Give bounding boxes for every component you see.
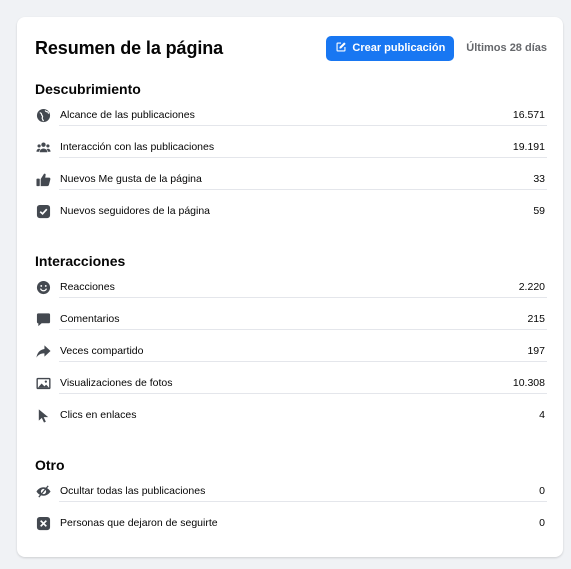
date-range-label[interactable]: Últimos 28 días [466,42,547,54]
metric-row-reach[interactable]: Alcance de las publicaciones 16.571 [33,99,547,131]
metric-row-photo-views[interactable]: Visualizaciones de fotos 10.308 [33,367,547,399]
share-icon [35,343,51,359]
thumbs-up-icon [35,171,51,187]
eye-slash-icon [35,483,51,499]
metric-label: Ocultar todas las publicaciones [60,485,206,497]
metric-label: Personas que dejaron de seguirte [60,517,218,529]
smiley-icon [35,279,51,295]
section-discovery: Descubrimiento Alcance de las publicacio… [33,79,547,227]
metric-value: 59 [533,205,545,217]
metric-label: Visualizaciones de fotos [60,377,173,389]
metric-row-hide-all[interactable]: Ocultar todas las publicaciones 0 [33,475,547,507]
edit-icon [335,41,347,56]
metric-row-engagement[interactable]: Interacción con las publicaciones 19.191 [33,131,547,163]
metric-label: Nuevos Me gusta de la página [60,173,202,185]
globe-icon [35,107,51,123]
metric-row-reactions[interactable]: Reacciones 2.220 [33,271,547,303]
card-header: Resumen de la página Crear publicación Ú… [35,35,547,61]
metric-value: 19.191 [512,141,545,153]
metric-label: Comentarios [60,313,120,325]
metric-value: 0 [539,485,545,497]
cursor-icon [35,407,51,423]
metric-row-link-clicks[interactable]: Clics en enlaces 4 [33,399,547,431]
metric-label: Veces compartido [60,345,144,357]
section-interactions: Interacciones Reacciones 2.220 Comentari… [33,251,547,431]
metric-row-comments[interactable]: Comentarios 215 [33,303,547,335]
metric-value: 197 [527,345,545,357]
metric-row-page-likes[interactable]: Nuevos Me gusta de la página 33 [33,163,547,195]
metric-row-shares[interactable]: Veces compartido 197 [33,335,547,367]
metric-value: 215 [527,313,545,325]
section-other: Otro Ocultar todas las publicaciones 0 P… [33,455,547,539]
metric-label: Interacción con las publicaciones [60,141,215,153]
section-title: Interacciones [35,253,126,269]
create-post-button[interactable]: Crear publicación [326,35,455,61]
metric-value: 2.220 [518,281,545,293]
metric-value: 10.308 [512,377,545,389]
photo-icon [35,375,51,391]
metric-value: 0 [539,517,545,529]
section-title: Otro [35,457,65,473]
metric-value: 16.571 [512,109,545,121]
people-icon [35,139,51,155]
page-title: Resumen de la página [35,37,224,58]
metric-row-new-followers[interactable]: Nuevos seguidores de la página 59 [33,195,547,227]
metric-label: Clics en enlaces [60,409,137,421]
comment-icon [35,311,51,327]
section-title: Descubrimiento [35,81,141,97]
x-square-icon [35,515,51,531]
check-square-icon [35,203,51,219]
metric-label: Reacciones [60,281,115,293]
page-summary-card: Resumen de la página Crear publicación Ú… [17,17,563,557]
create-post-label: Crear publicación [352,42,446,54]
metric-value: 4 [539,409,545,421]
metric-row-unfollows[interactable]: Personas que dejaron de seguirte 0 [33,507,547,539]
metric-label: Nuevos seguidores de la página [60,205,211,217]
metric-value: 33 [533,173,545,185]
metric-label: Alcance de las publicaciones [60,109,195,121]
